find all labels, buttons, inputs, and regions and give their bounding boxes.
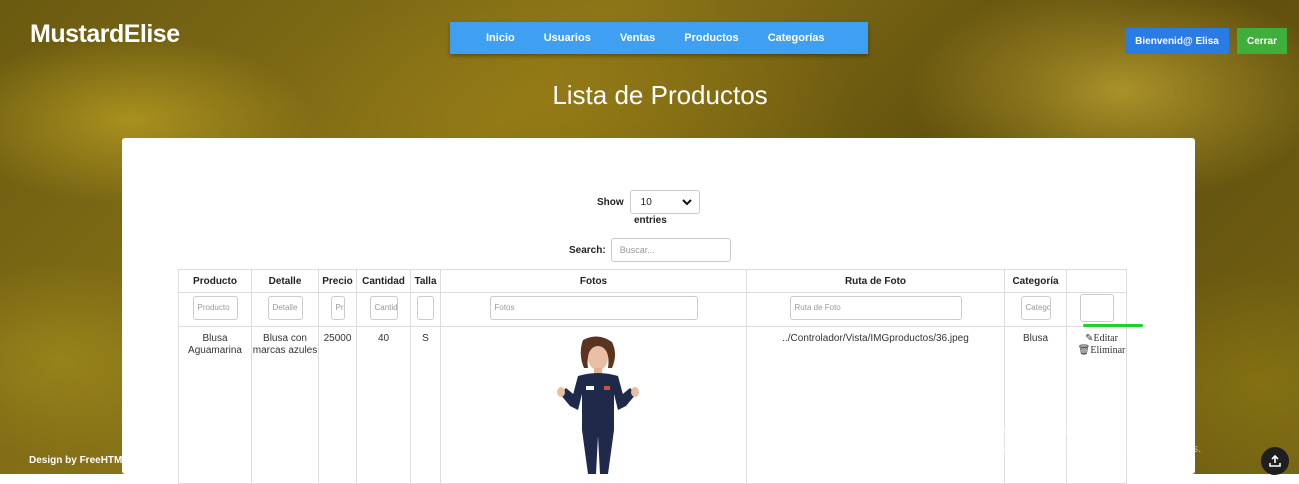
scroll-top-button[interactable] xyxy=(1261,447,1289,475)
column-header[interactable]: Talla xyxy=(410,269,441,293)
column-header[interactable]: Cantidad xyxy=(356,269,411,293)
chevron-down-icon xyxy=(681,198,692,205)
table-header-row: Producto Detalle Precio Cantidad Talla F… xyxy=(178,269,1127,293)
cell-precio: 25000 xyxy=(318,326,357,484)
edit-label: Editar xyxy=(1093,333,1118,344)
search-label: Search: xyxy=(569,244,606,256)
filter-actions-input[interactable] xyxy=(1079,294,1114,322)
cell-ruta: ../Controlador/Vista/IMGproductos/36.jpe… xyxy=(746,326,1005,484)
filter-producto-input[interactable]: Producto xyxy=(192,296,238,320)
entries-select[interactable]: 10 xyxy=(629,190,700,214)
column-header[interactable]: Detalle xyxy=(251,269,319,293)
show-label: Show xyxy=(597,196,624,208)
nav-productos[interactable]: Productos xyxy=(684,32,738,44)
page-title: Lista de Productos xyxy=(552,80,768,110)
cell-producto: Blusa Aguamarina xyxy=(178,326,252,484)
column-header[interactable]: Producto xyxy=(178,269,252,293)
activation-watermark-title: Activar Windows xyxy=(997,423,1116,440)
delete-label: Eliminar xyxy=(1090,345,1126,356)
footer-credit: Design by FreeHTM xyxy=(29,455,123,466)
delete-link[interactable]: 🗑Eliminar xyxy=(1077,345,1126,357)
entries-select-value: 10 xyxy=(640,196,652,208)
column-header[interactable]: Ruta de Foto xyxy=(746,269,1005,293)
trash-icon: 🗑 xyxy=(1077,345,1091,356)
products-table: Producto Detalle Precio Cantidad Talla F… xyxy=(178,269,1127,484)
filter-row: Producto Detalle Precio Cantidad Fotos R… xyxy=(178,292,1127,327)
cell-categoria: Blusa xyxy=(1004,326,1067,484)
table-row: Blusa Aguamarina Blusa con marcas azules… xyxy=(178,326,1127,484)
column-header[interactable]: Fotos xyxy=(440,269,747,293)
column-header xyxy=(1066,269,1127,293)
filter-talla-input[interactable] xyxy=(417,296,434,320)
nav-usuarios[interactable]: Usuarios xyxy=(544,32,591,44)
filter-cantidad-input[interactable]: Cantidad xyxy=(369,296,398,320)
filter-categoria-input[interactable]: Categoría xyxy=(1020,296,1051,320)
cell-actions: ✎Editar 🗑Eliminar xyxy=(1066,326,1127,484)
focus-indicator xyxy=(1083,324,1143,327)
upload-icon xyxy=(1269,454,1281,467)
nav-categorias[interactable]: Categorías xyxy=(768,32,825,44)
entries-length-control: Show 10 xyxy=(597,190,700,214)
edit-link[interactable]: ✎Editar xyxy=(1077,333,1126,345)
cell-cantidad: 40 xyxy=(356,326,411,484)
table-search: Search: Buscar... xyxy=(569,238,731,262)
entries-label: entries xyxy=(634,215,667,226)
product-photo xyxy=(557,336,639,474)
welcome-button[interactable]: Bienvenid@ Elisa xyxy=(1125,28,1229,54)
cell-detalle: Blusa con marcas azules xyxy=(251,326,319,484)
nav-ventas[interactable]: Ventas xyxy=(620,32,655,44)
logout-button[interactable]: Cerrar xyxy=(1237,28,1287,54)
filter-detalle-input[interactable]: Detalle xyxy=(267,296,303,320)
column-header[interactable]: Categoría xyxy=(1004,269,1067,293)
nav-inicio[interactable]: Inicio xyxy=(486,32,515,44)
activation-watermark-text: Ve a Configuración para activar Windows. xyxy=(997,443,1202,455)
cell-talla: S xyxy=(410,326,441,484)
main-nav: Inicio Usuarios Ventas Productos Categor… xyxy=(450,22,868,54)
filter-ruta-input[interactable]: Ruta de Foto xyxy=(789,296,962,320)
filter-precio-input[interactable]: Precio xyxy=(330,296,345,320)
filter-fotos-input[interactable]: Fotos xyxy=(489,296,698,320)
column-header[interactable]: Precio xyxy=(318,269,357,293)
brand-logo[interactable]: MustardElise xyxy=(30,20,180,49)
search-input[interactable]: Buscar... xyxy=(610,238,731,262)
